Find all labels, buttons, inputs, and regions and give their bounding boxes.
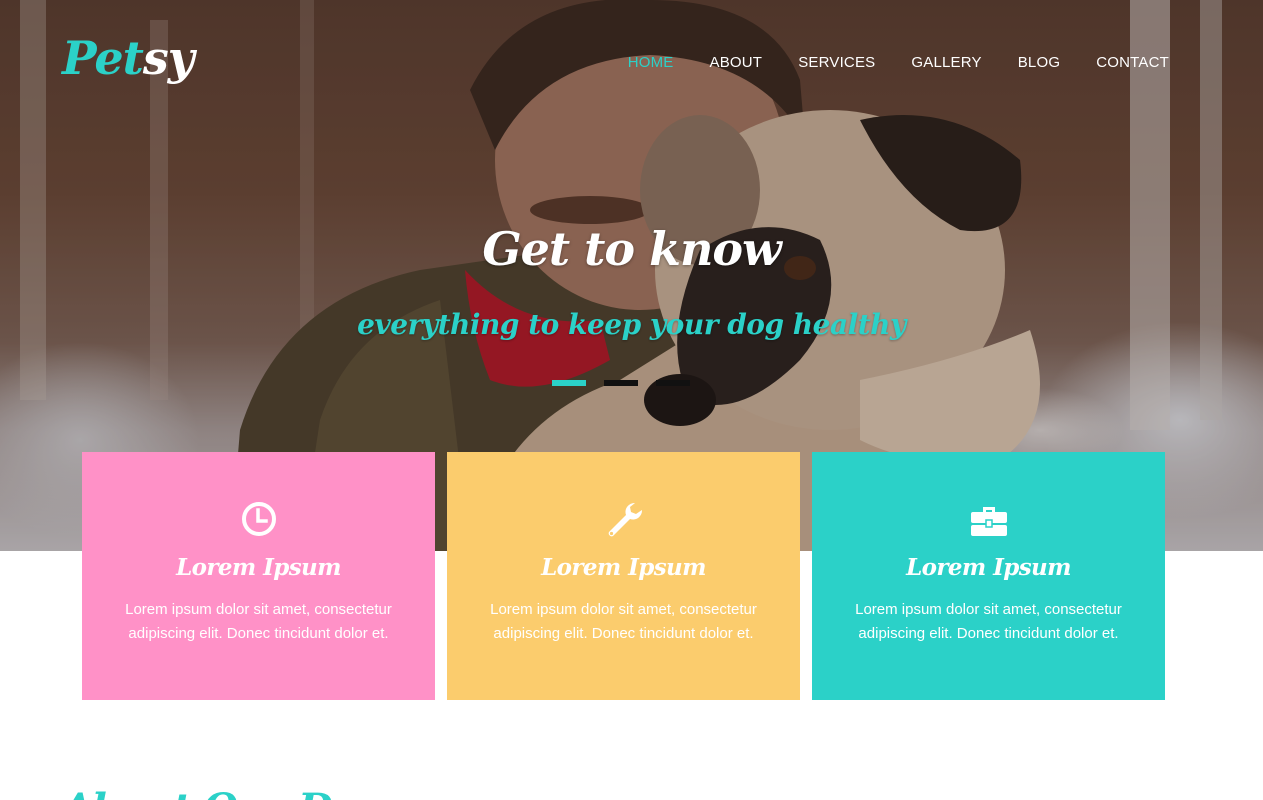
feature-card-2: Lorem Ipsum Lorem ipsum dolor sit amet, …: [447, 452, 800, 700]
logo[interactable]: Petsy: [62, 28, 195, 88]
feature-card-text: Lorem ipsum dolor sit amet, consectetur …: [855, 601, 1122, 642]
hero-subtitle: everything to keep your dog healthy: [357, 308, 906, 341]
nav-item-about[interactable]: ABOUT: [710, 52, 763, 74]
hero-title: Get to know: [482, 222, 781, 276]
slide-indicator-2[interactable]: [604, 380, 638, 386]
page: Petsy HOME ABOUT SERVICES GALLERY BLOG C…: [0, 0, 1263, 800]
logo-text-part2: sy: [142, 31, 195, 85]
nav-item-services[interactable]: SERVICES: [798, 52, 875, 74]
feature-card-title: Lorem Ipsum: [906, 554, 1071, 581]
slide-indicator-1[interactable]: [552, 380, 586, 386]
feature-card-title: Lorem Ipsum: [541, 554, 706, 581]
briefcase-icon: [970, 507, 1007, 536]
main-nav: HOME ABOUT SERVICES GALLERY BLOG CONTACT: [628, 52, 1169, 74]
logo-text-part1: Pet: [62, 31, 144, 85]
nav-item-gallery[interactable]: GALLERY: [911, 52, 981, 74]
feature-card-3: Lorem Ipsum Lorem ipsum dolor sit amet, …: [812, 452, 1165, 700]
feature-card-text: Lorem ipsum dolor sit amet, consectetur …: [125, 601, 392, 642]
nav-item-contact[interactable]: CONTACT: [1096, 52, 1169, 74]
nav-item-blog[interactable]: BLOG: [1018, 52, 1060, 74]
about-section-title: About Our Dog: [62, 781, 385, 800]
clock-icon: [241, 502, 276, 536]
feature-card-title: Lorem Ipsum: [176, 554, 341, 581]
slide-indicator-3[interactable]: [656, 380, 690, 386]
wrench-icon: [608, 502, 642, 537]
feature-card-text: Lorem ipsum dolor sit amet, consectetur …: [490, 601, 757, 642]
slider-indicators: [552, 380, 690, 386]
feature-card-1: Lorem Ipsum Lorem ipsum dolor sit amet, …: [82, 452, 435, 700]
nav-item-home[interactable]: HOME: [628, 52, 674, 74]
